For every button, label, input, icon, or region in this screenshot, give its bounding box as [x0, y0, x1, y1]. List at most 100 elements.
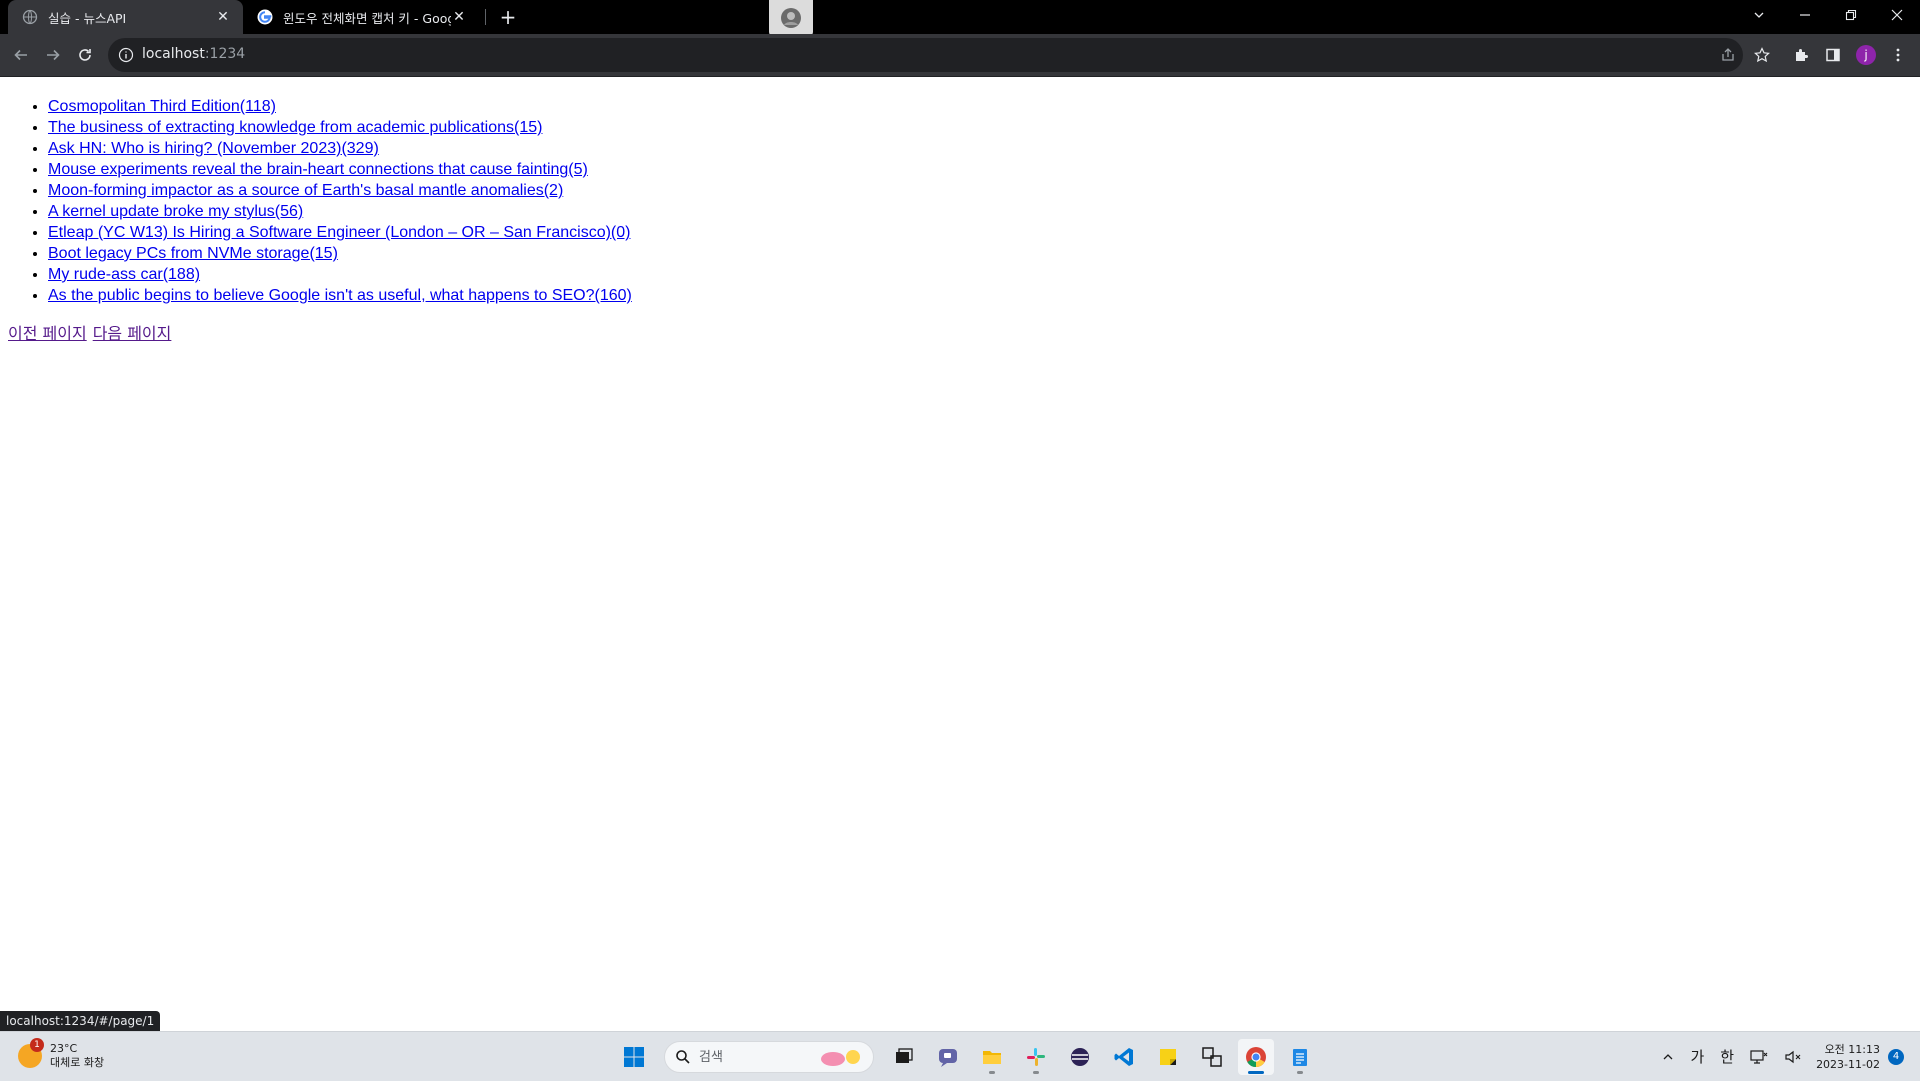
url-text[interactable]: localhost:1234	[142, 46, 245, 62]
close-tab-icon[interactable]: ✕	[451, 9, 467, 25]
chrome-app[interactable]	[1238, 1039, 1274, 1075]
news-link[interactable]: Ask HN: Who is hiring? (November 2023)(3…	[48, 140, 379, 157]
vscode-icon	[1114, 1048, 1133, 1066]
news-item: Moon-forming impactor as a source of Ear…	[48, 180, 1920, 201]
pagination: 이전 페이지 다음 페이지	[8, 320, 177, 344]
tab-title: 윈도우 전체화면 캡처 키 - Google	[283, 10, 451, 26]
tab-google-search[interactable]: 윈도우 전체화면 캡처 키 - Google ✕	[243, 0, 479, 34]
search-highlight-icon	[821, 1050, 860, 1066]
new-tab-button[interactable]: +	[498, 7, 518, 27]
news-item: As the public begins to believe Google i…	[48, 285, 1920, 306]
news-link[interactable]: Cosmopolitan Third Edition(118)	[48, 98, 276, 115]
clock-time: 오전 11:13	[1824, 1042, 1880, 1056]
news-item: A kernel update broke my stylus(56)	[48, 201, 1920, 222]
kebab-menu-icon[interactable]	[1886, 43, 1910, 67]
url-port: :1234	[204, 46, 246, 62]
forward-button[interactable]	[41, 43, 65, 67]
profile-avatar[interactable]: j	[1856, 45, 1876, 65]
side-panel-icon[interactable]	[1821, 43, 1845, 67]
eclipse-icon	[1071, 1048, 1089, 1066]
taskbar-clock[interactable]: 오전 11:13 2023-11-02	[1816, 1042, 1880, 1072]
chevron-up-icon[interactable]	[1662, 1051, 1674, 1063]
next-page-link[interactable]: 다음 페이지	[93, 324, 172, 343]
weather-widget[interactable]: 1 23°C 대체로 화창	[18, 1038, 105, 1070]
close-tab-icon[interactable]: ✕	[215, 9, 231, 25]
file-explorer-app[interactable]	[974, 1039, 1010, 1075]
sticky-note-icon	[1160, 1049, 1176, 1065]
notepad-icon	[1293, 1049, 1307, 1066]
windows-taskbar: 1 23°C 대체로 화창 검색 가 한 오전 11:13 2023-11-02…	[0, 1031, 1920, 1081]
snipping-tool-icon	[1202, 1047, 1222, 1067]
pinned-profile-icon[interactable]	[769, 0, 813, 36]
running-indicator	[1297, 1071, 1303, 1074]
info-icon[interactable]	[118, 47, 134, 63]
task-view-button[interactable]	[886, 1039, 922, 1075]
news-link[interactable]: As the public begins to believe Google i…	[48, 287, 632, 304]
tab-title: 실습 - 뉴스API	[48, 10, 127, 26]
notepad-app[interactable]	[1282, 1039, 1318, 1075]
globe-icon	[22, 9, 38, 25]
weather-description: 대체로 화창	[50, 1056, 105, 1069]
system-tray: 가 한 오전 11:13 2023-11-02 4	[1654, 1032, 1920, 1081]
taskbar-apps	[612, 1039, 1322, 1075]
tab-strip: 실습 - 뉴스API ✕ 윈도우 전체화면 캡처 키 - Google ✕ +	[0, 0, 1920, 36]
tab-news-api[interactable]: 실습 - 뉴스API ✕	[8, 0, 243, 34]
news-item: Etleap (YC W13) Is Hiring a Software Eng…	[48, 222, 1920, 243]
restore-icon[interactable]	[1828, 0, 1874, 30]
close-window-icon[interactable]	[1874, 0, 1920, 30]
news-item: Mouse experiments reveal the brain-heart…	[48, 159, 1920, 180]
network-icon[interactable]	[1750, 1049, 1768, 1065]
speaker-muted-icon[interactable]	[1784, 1049, 1802, 1065]
news-link[interactable]: The business of extracting knowledge fro…	[48, 119, 542, 136]
sun-icon: 1	[18, 1038, 44, 1068]
news-link[interactable]: Etleap (YC W13) Is Hiring a Software Eng…	[48, 224, 630, 241]
folder-icon	[983, 1051, 1001, 1064]
profile-photo-icon	[781, 8, 801, 28]
search-icon	[676, 1050, 690, 1064]
news-link[interactable]: A kernel update broke my stylus(56)	[48, 203, 303, 220]
tab-separator	[485, 9, 486, 25]
link-status-bubble: localhost:1234/#/page/1	[0, 1011, 161, 1031]
running-indicator	[1033, 1071, 1039, 1074]
vscode-app[interactable]	[1106, 1039, 1142, 1075]
news-item: Cosmopolitan Third Edition(118)	[48, 96, 1920, 117]
snipping-tool-app[interactable]	[1194, 1039, 1230, 1075]
news-item: The business of extracting knowledge fro…	[48, 117, 1920, 138]
chat-icon	[939, 1049, 957, 1067]
search-input[interactable]	[699, 1048, 809, 1066]
clock-date: 2023-11-02	[1816, 1057, 1880, 1071]
eclipse-app[interactable]	[1062, 1039, 1098, 1075]
reload-button[interactable]	[73, 43, 97, 67]
tab-search-chevron-icon[interactable]	[1736, 0, 1782, 30]
ime-language-indicator[interactable]: 가	[1690, 1046, 1704, 1067]
news-item: My rude-ass car(188)	[48, 264, 1920, 285]
start-button[interactable]	[616, 1039, 652, 1075]
reload-icon	[79, 49, 91, 61]
back-button[interactable]	[9, 43, 33, 67]
news-list: Cosmopolitan Third Edition(118) The busi…	[0, 96, 1920, 306]
bookmark-star-icon[interactable]	[1750, 43, 1774, 67]
arrow-right-icon	[47, 49, 60, 61]
running-indicator	[989, 1071, 995, 1074]
previous-page-link[interactable]: 이전 페이지	[8, 324, 87, 343]
teams-chat-app[interactable]	[930, 1039, 966, 1075]
slack-app[interactable]	[1018, 1039, 1054, 1075]
news-link[interactable]: My rude-ass car(188)	[48, 266, 200, 283]
page-viewport: Cosmopolitan Third Edition(118) The busi…	[0, 76, 1920, 1032]
taskbar-search[interactable]	[664, 1041, 874, 1073]
news-item: Boot legacy PCs from NVMe storage(15)	[48, 243, 1920, 264]
minimize-icon[interactable]	[1782, 0, 1828, 30]
news-link[interactable]: Mouse experiments reveal the brain-heart…	[48, 161, 588, 178]
share-icon[interactable]	[1719, 46, 1737, 64]
news-link[interactable]: Moon-forming impactor as a source of Ear…	[48, 182, 563, 199]
running-indicator	[1248, 1071, 1264, 1074]
extensions-puzzle-icon[interactable]	[1789, 43, 1813, 67]
news-link[interactable]: Boot legacy PCs from NVMe storage(15)	[48, 245, 338, 262]
weather-badge: 1	[30, 1038, 44, 1052]
google-icon	[257, 9, 273, 25]
sticky-notes-app[interactable]	[1150, 1039, 1186, 1075]
ime-mode-indicator[interactable]: 한	[1720, 1046, 1734, 1067]
address-bar[interactable]: localhost:1234	[108, 38, 1743, 72]
windows-logo-icon	[624, 1047, 644, 1067]
notification-badge[interactable]: 4	[1888, 1048, 1904, 1065]
